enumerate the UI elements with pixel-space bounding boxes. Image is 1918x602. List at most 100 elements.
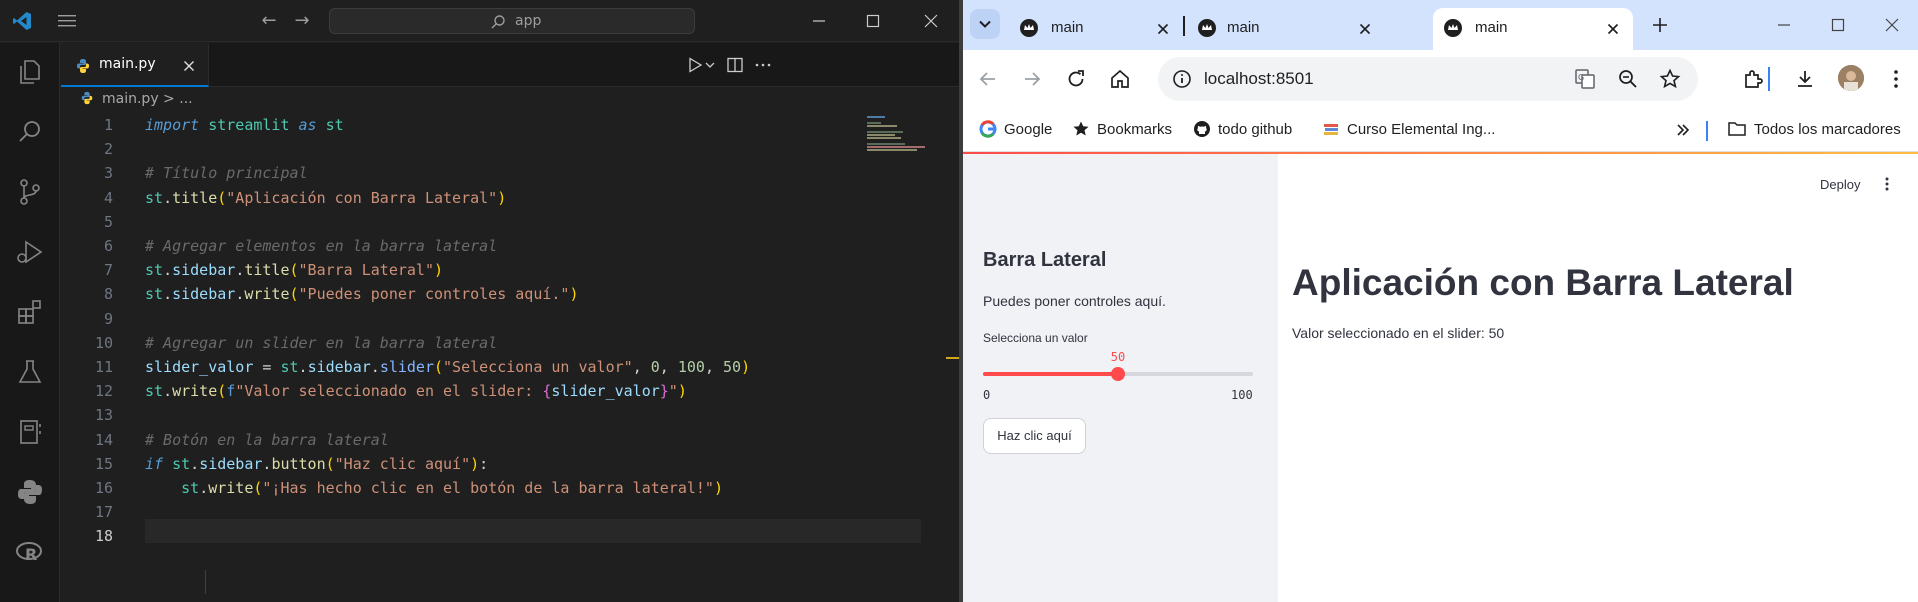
breadcrumb[interactable]: main.py > ... [80, 91, 193, 111]
code-line: 8 st.sidebar.write("Puedes poner controle… [61, 282, 861, 306]
run-debug-icon[interactable] [14, 236, 46, 268]
bookmarks-separator [1706, 121, 1708, 141]
slider-max-label: 100 [1231, 388, 1253, 402]
profile-avatar[interactable] [1838, 65, 1864, 91]
forward-arrow-icon[interactable] [1020, 67, 1044, 91]
translate-icon[interactable]: G [1573, 67, 1597, 91]
extensions-puzzle-icon[interactable] [1741, 67, 1765, 91]
bookmark-google[interactable]: Google [979, 119, 1052, 141]
svg-text:G: G [1578, 73, 1584, 82]
line-number: 8 [103, 285, 113, 304]
forward-arrow-icon[interactable]: → [292, 11, 312, 31]
tab-title: main [1051, 19, 1084, 36]
python-icon[interactable] [14, 476, 46, 508]
explorer-files-icon[interactable] [14, 56, 46, 88]
search-icon[interactable] [14, 116, 46, 148]
bookmark-label: Curso Elemental Ing... [1347, 121, 1496, 138]
notebook-icon[interactable] [14, 416, 46, 448]
indent-guide [205, 570, 206, 594]
split-editor-icon[interactable] [726, 56, 744, 74]
code-line: 11 slider_valor = st.sidebar.slider("Sele… [61, 355, 861, 379]
r-language-icon[interactable]: R [14, 536, 46, 568]
streamlit-favicon-icon [1444, 19, 1462, 37]
code-line: 4 st.title("Aplicación con Barra Lateral"… [61, 186, 861, 210]
close-tab-icon[interactable] [181, 58, 197, 74]
code-text: import streamlit as st [145, 116, 344, 134]
tab-main-py[interactable]: main.py [61, 43, 209, 87]
sidebar-text: Puedes poner controles aquí. [983, 293, 1166, 309]
scrollbar-marker [946, 357, 959, 359]
bookmark-label: Google [1004, 121, 1053, 138]
tab-search-button[interactable] [970, 9, 1000, 39]
back-arrow-icon[interactable]: ← [259, 11, 279, 31]
testing-flask-icon[interactable] [14, 356, 46, 388]
code-line: 16 st.write("¡Has hecho clic en el botón… [61, 476, 861, 500]
vscode-titlebar: ← → app [0, 0, 959, 42]
command-center-search[interactable]: app [329, 8, 695, 34]
close-tab-icon[interactable] [1357, 21, 1373, 37]
code-line: 1 import streamlit as st [61, 113, 861, 137]
minimap[interactable] [865, 113, 935, 153]
zoom-out-icon[interactable] [1616, 67, 1640, 91]
more-actions-icon[interactable] [754, 56, 772, 74]
close-icon[interactable] [1879, 12, 1905, 38]
bookmark-label: todo github [1218, 121, 1293, 138]
maximize-icon[interactable] [860, 8, 886, 34]
chevron-double-right-icon[interactable] [1673, 120, 1693, 140]
github-icon [1194, 121, 1210, 137]
deploy-button[interactable]: Deploy [1820, 177, 1860, 192]
activity-bar: R [0, 43, 60, 602]
downloads-icon[interactable] [1793, 67, 1817, 91]
more-menu-icon[interactable] [1884, 67, 1908, 91]
browser-tab-active[interactable]: main [1433, 8, 1633, 50]
code-line: 18 [61, 524, 861, 548]
address-bar[interactable]: localhost:8501 G [1158, 57, 1698, 101]
slider-track[interactable] [983, 367, 1253, 381]
streamlit-favicon-icon [1198, 19, 1216, 37]
breadcrumb-rest: > ... [158, 91, 193, 107]
site-info-icon[interactable] [1170, 67, 1194, 91]
code-line: 9 [61, 307, 861, 331]
bookmark-bookmarks[interactable]: Bookmarks [1072, 119, 1172, 141]
minimize-icon[interactable] [1771, 12, 1797, 38]
line-number: 17 [94, 503, 113, 522]
back-arrow-icon[interactable] [976, 67, 1000, 91]
bookmark-star-icon[interactable] [1658, 67, 1682, 91]
hamburger-menu-icon[interactable] [58, 14, 76, 28]
close-icon[interactable] [918, 8, 944, 34]
vscode-logo-icon [13, 12, 31, 30]
breadcrumb-file: main.py [102, 91, 159, 107]
source-control-icon[interactable] [14, 176, 46, 208]
code-text: slider_valor = st.sidebar.slider("Selecc… [145, 358, 751, 376]
code-line: 14 # Botón en la barra lateral [61, 428, 861, 452]
slider-min-label: 0 [983, 388, 991, 402]
slider-thumb[interactable] [1111, 367, 1125, 381]
bookmark-curso[interactable]: Curso Elemental Ing... [1322, 119, 1495, 141]
minimize-icon[interactable] [806, 8, 832, 34]
bookmarks-bar: Google Bookmarks todo github Curso Eleme… [963, 108, 1918, 152]
new-tab-plus-icon[interactable] [1648, 13, 1672, 37]
main-menu-icon[interactable] [1879, 176, 1895, 192]
all-bookmarks-folder[interactable]: Todos los marcadores [1727, 119, 1901, 141]
haz-clic-button[interactable]: Haz clic aquí [983, 418, 1086, 454]
line-number: 7 [103, 261, 113, 280]
bookmark-todo-github[interactable]: todo github [1193, 119, 1292, 141]
browser-tab[interactable]: main [1009, 8, 1179, 50]
extensions-icon[interactable] [14, 296, 46, 328]
home-icon[interactable] [1108, 67, 1132, 91]
maximize-icon[interactable] [1825, 12, 1851, 38]
url-text: localhost:8501 [1204, 69, 1314, 88]
line-number: 16 [94, 479, 113, 497]
browser-tab[interactable]: main [1187, 8, 1377, 50]
code-line: 6 # Agregar elementos en la barra lateral [61, 234, 861, 258]
close-tab-icon[interactable] [1155, 21, 1171, 37]
chevron-down-icon[interactable] [704, 56, 716, 74]
run-python-file-icon[interactable] [686, 56, 704, 74]
code-editor[interactable]: 1 import streamlit as st 2 3 # Título princi… [61, 113, 921, 602]
close-tab-icon[interactable] [1605, 21, 1621, 37]
python-file-icon [81, 91, 93, 105]
reload-icon[interactable] [1064, 67, 1088, 91]
code-line: 5 [61, 210, 861, 234]
code-text: st.write("¡Has hecho clic en el botón de… [181, 479, 723, 497]
code-text: # Agregar elementos en la barra lateral [145, 237, 498, 255]
